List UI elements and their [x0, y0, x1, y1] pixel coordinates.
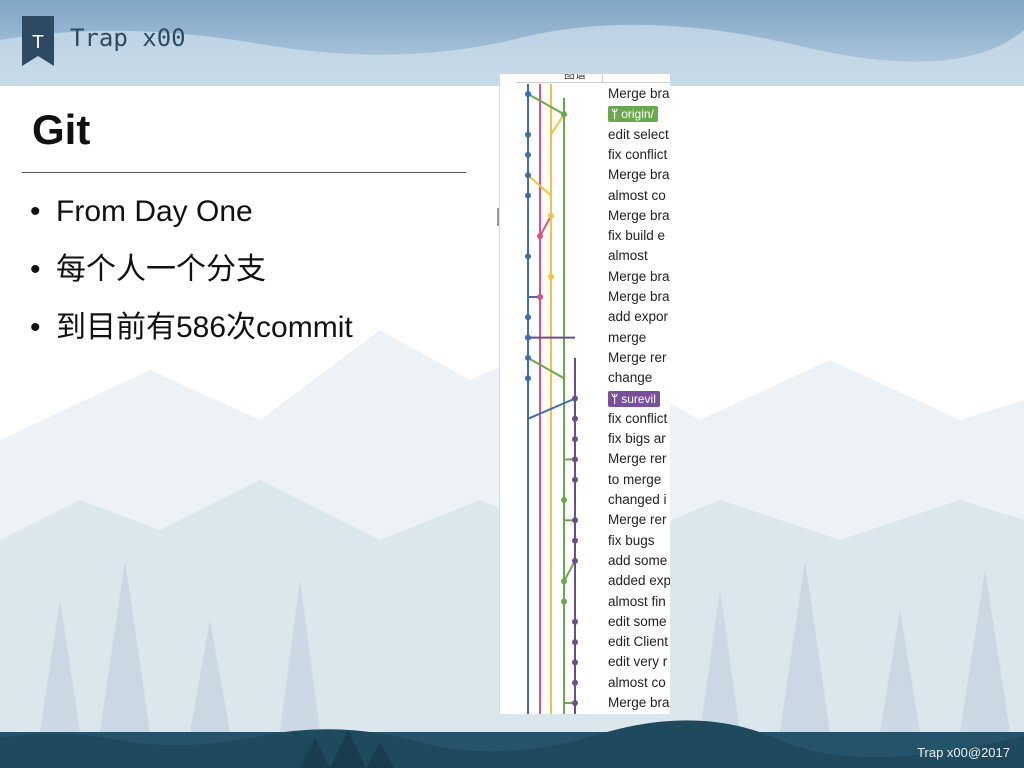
bullet-item: • 每个人一个分支 [30, 253, 266, 286]
branch-tag-row[interactable]: ᛘ surevil [608, 389, 660, 409]
commit-node [572, 659, 578, 666]
commit-message[interactable]: fix bugs [608, 531, 655, 551]
commit-node [525, 151, 531, 158]
commit-node [548, 212, 554, 219]
commit-node [537, 294, 543, 300]
commit-node [572, 436, 578, 443]
commit-message[interactable]: Merge bra [608, 84, 670, 104]
commit-node [572, 517, 578, 524]
commit-message[interactable]: add some [608, 551, 667, 571]
brand-name: Trap x00 [70, 24, 186, 52]
graph-edge [563, 560, 576, 582]
commit-node [572, 395, 578, 402]
graph-edge [527, 357, 565, 380]
commit-graph [525, 84, 578, 714]
graph-edge [539, 215, 552, 237]
commit-node [525, 375, 531, 382]
commit-node [572, 557, 578, 564]
branch-icon: ᛘ [611, 391, 619, 406]
commit-message[interactable]: fix build e [608, 226, 665, 246]
commit-message[interactable]: Merge bra [608, 206, 670, 226]
commit-message[interactable]: Merge rer [608, 348, 667, 368]
commit-message[interactable]: Merge rer [608, 510, 667, 530]
commit-node [561, 598, 567, 605]
branch-tag-label: surevil [621, 391, 656, 406]
commit-message[interactable]: almost [608, 246, 648, 266]
commit-message[interactable]: Merge bra [608, 693, 670, 713]
logo-badge: T [22, 16, 54, 66]
commit-message[interactable]: fix conflict [608, 409, 667, 429]
commit-message[interactable]: almost co [608, 673, 666, 693]
commit-node [572, 618, 578, 625]
commit-node [572, 537, 578, 544]
commit-node [525, 131, 531, 138]
commit-node [548, 273, 554, 280]
branch-tag-label: origin/ [621, 107, 654, 122]
commit-message[interactable]: almost fin [608, 592, 666, 612]
branch-tag[interactable]: ᛘ surevil [608, 390, 660, 407]
commit-message[interactable]: changed i [608, 490, 667, 510]
slide-title: Git [32, 106, 91, 153]
commit-node [525, 354, 531, 361]
commit-node [525, 314, 531, 321]
commit-message[interactable]: Merge bra [608, 267, 670, 287]
footer-credit: Trap x00@2017 [917, 745, 1010, 760]
commit-node [525, 91, 531, 97]
commit-message[interactable]: fix bigs ar [608, 429, 666, 449]
branch-icon: ᛘ [611, 107, 619, 122]
bullet-item: • From Day One [30, 195, 253, 228]
commit-node [525, 192, 531, 199]
commit-node [561, 497, 567, 503]
commit-message[interactable]: change [608, 368, 652, 388]
logo-letter: T [32, 32, 45, 53]
commit-message[interactable]: almost co [608, 186, 666, 206]
branch-tag[interactable]: ᛘ origin/ [608, 106, 658, 123]
branch-tag-row[interactable]: ᛘ origin/ [608, 104, 658, 124]
commit-message[interactable]: edit very r [608, 652, 667, 672]
commit-message[interactable]: edit Client [608, 632, 668, 652]
commit-node [525, 253, 531, 260]
commit-message[interactable]: edit select [608, 125, 669, 145]
bullet-item: • 到目前有586次commit [30, 311, 353, 344]
commit-node [572, 456, 578, 463]
commit-node [537, 233, 543, 240]
commit-message[interactable]: added exp [608, 571, 670, 591]
commit-message[interactable]: edit some [608, 612, 667, 632]
commit-graph-panel: 图谱 Merge bra ᛘ origin/edit select fix confl… [499, 74, 670, 714]
commit-message[interactable]: merge [608, 328, 646, 348]
commit-message[interactable]: to merge [608, 470, 661, 490]
graph-edge [527, 93, 565, 116]
bullet-list: • From Day One • 每个人一个分支 • 到目前有586次commit [30, 190, 353, 364]
commit-node [561, 578, 567, 585]
commit-message[interactable]: Merge rer [608, 449, 667, 469]
commit-node [572, 700, 578, 706]
title-divider [22, 172, 466, 173]
commit-node [572, 415, 578, 422]
commit-message[interactable]: Merge bra [608, 165, 670, 185]
graph-edge [550, 113, 565, 136]
commit-node [572, 476, 578, 483]
commit-node [561, 111, 567, 118]
commit-message[interactable]: fix conflict [608, 145, 667, 165]
commit-node [525, 172, 531, 179]
commit-node [525, 334, 531, 341]
commit-node [572, 639, 578, 646]
commit-message[interactable]: Merge bra [608, 287, 670, 307]
commit-message[interactable]: add expor [608, 307, 668, 327]
commit-node [572, 679, 578, 686]
